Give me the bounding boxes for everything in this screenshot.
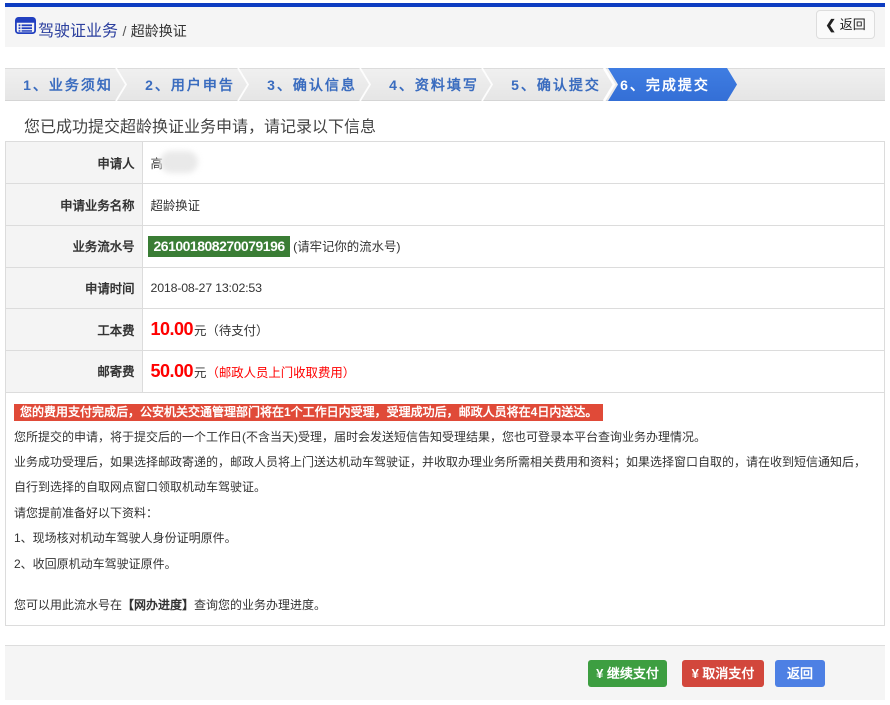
svg-text:1、业务须知: 1、业务须知 bbox=[23, 77, 113, 93]
svg-text:5、确认提交: 5、确认提交 bbox=[511, 77, 601, 93]
svg-text:3、确认信息: 3、确认信息 bbox=[267, 77, 357, 93]
svg-text:2、用户申告: 2、用户申告 bbox=[145, 77, 235, 93]
svg-text:4、资料填写: 4、资料填写 bbox=[389, 77, 479, 93]
svg-text:6、完成提交: 6、完成提交 bbox=[620, 77, 710, 93]
